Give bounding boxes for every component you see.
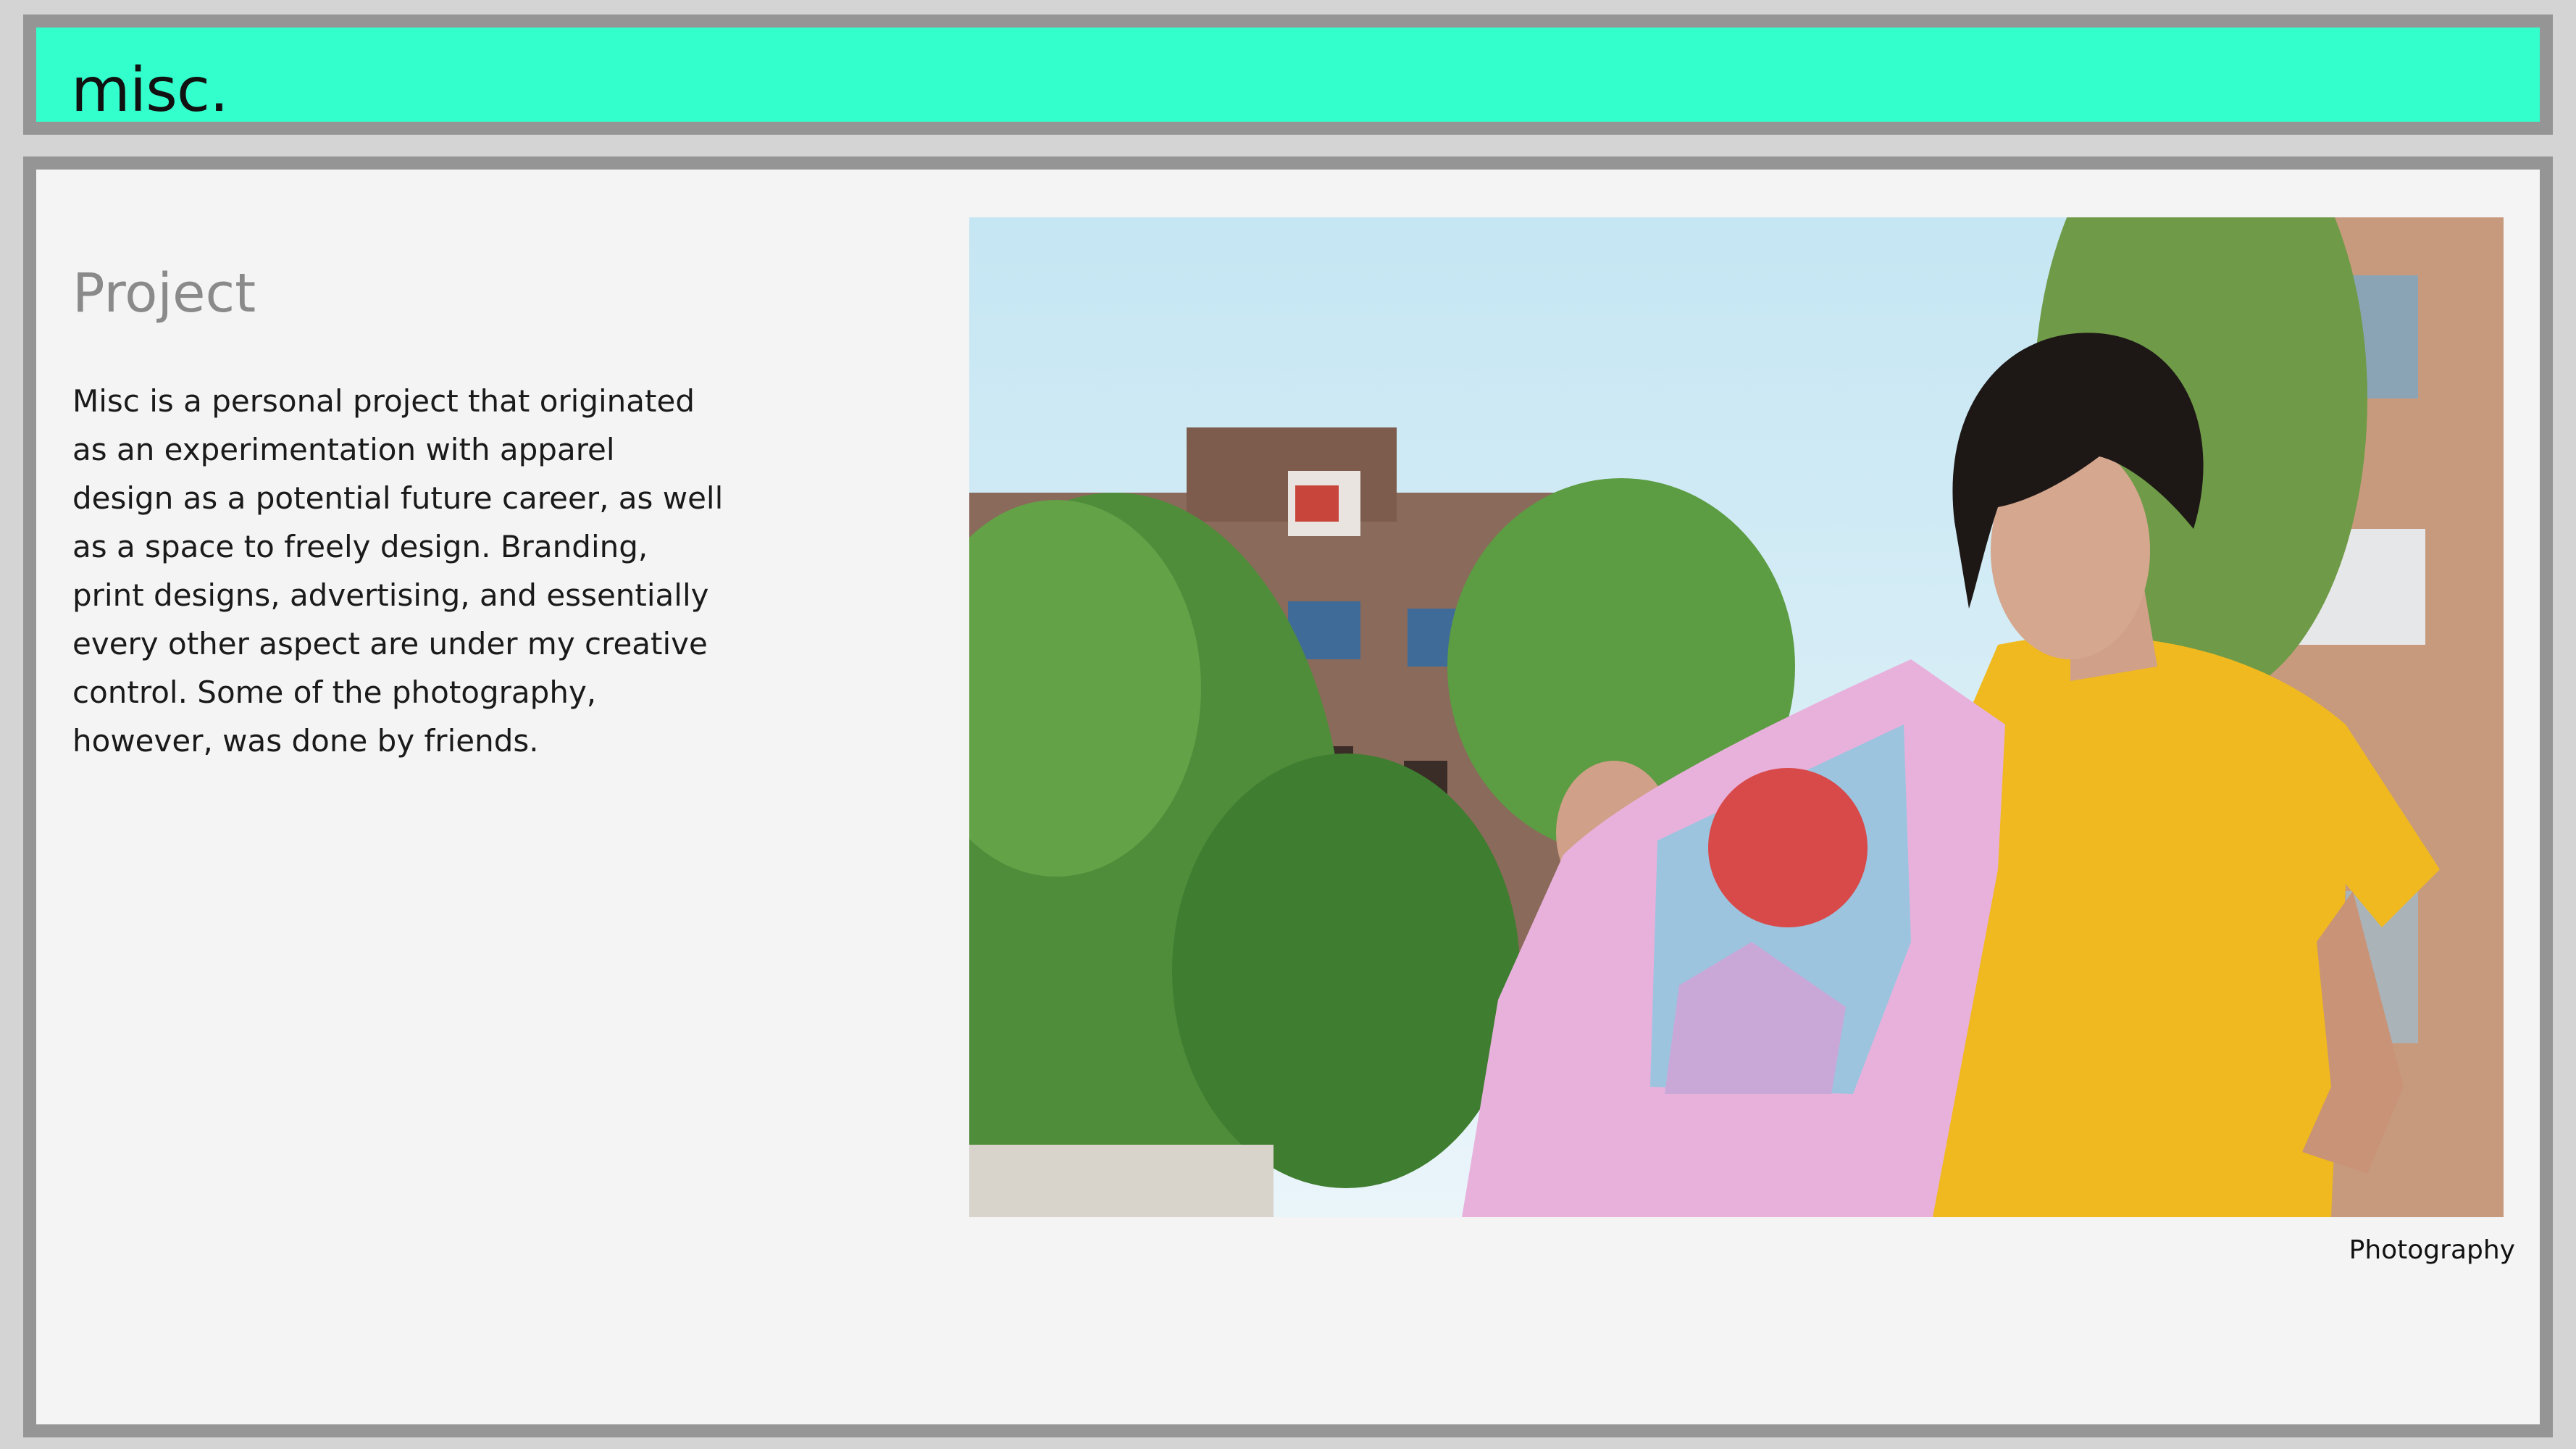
photo-illustration	[969, 217, 2504, 1217]
site-title[interactable]: misc.	[71, 59, 229, 120]
site-header: misc.	[23, 14, 2553, 135]
image-caption: Photography	[2349, 1235, 2515, 1265]
project-photo[interactable]	[969, 217, 2504, 1217]
section-heading: Project	[72, 262, 256, 325]
content-panel: Project Misc is a personal project that …	[23, 156, 2553, 1437]
project-description: Misc is a personal project that originat…	[72, 383, 724, 759]
